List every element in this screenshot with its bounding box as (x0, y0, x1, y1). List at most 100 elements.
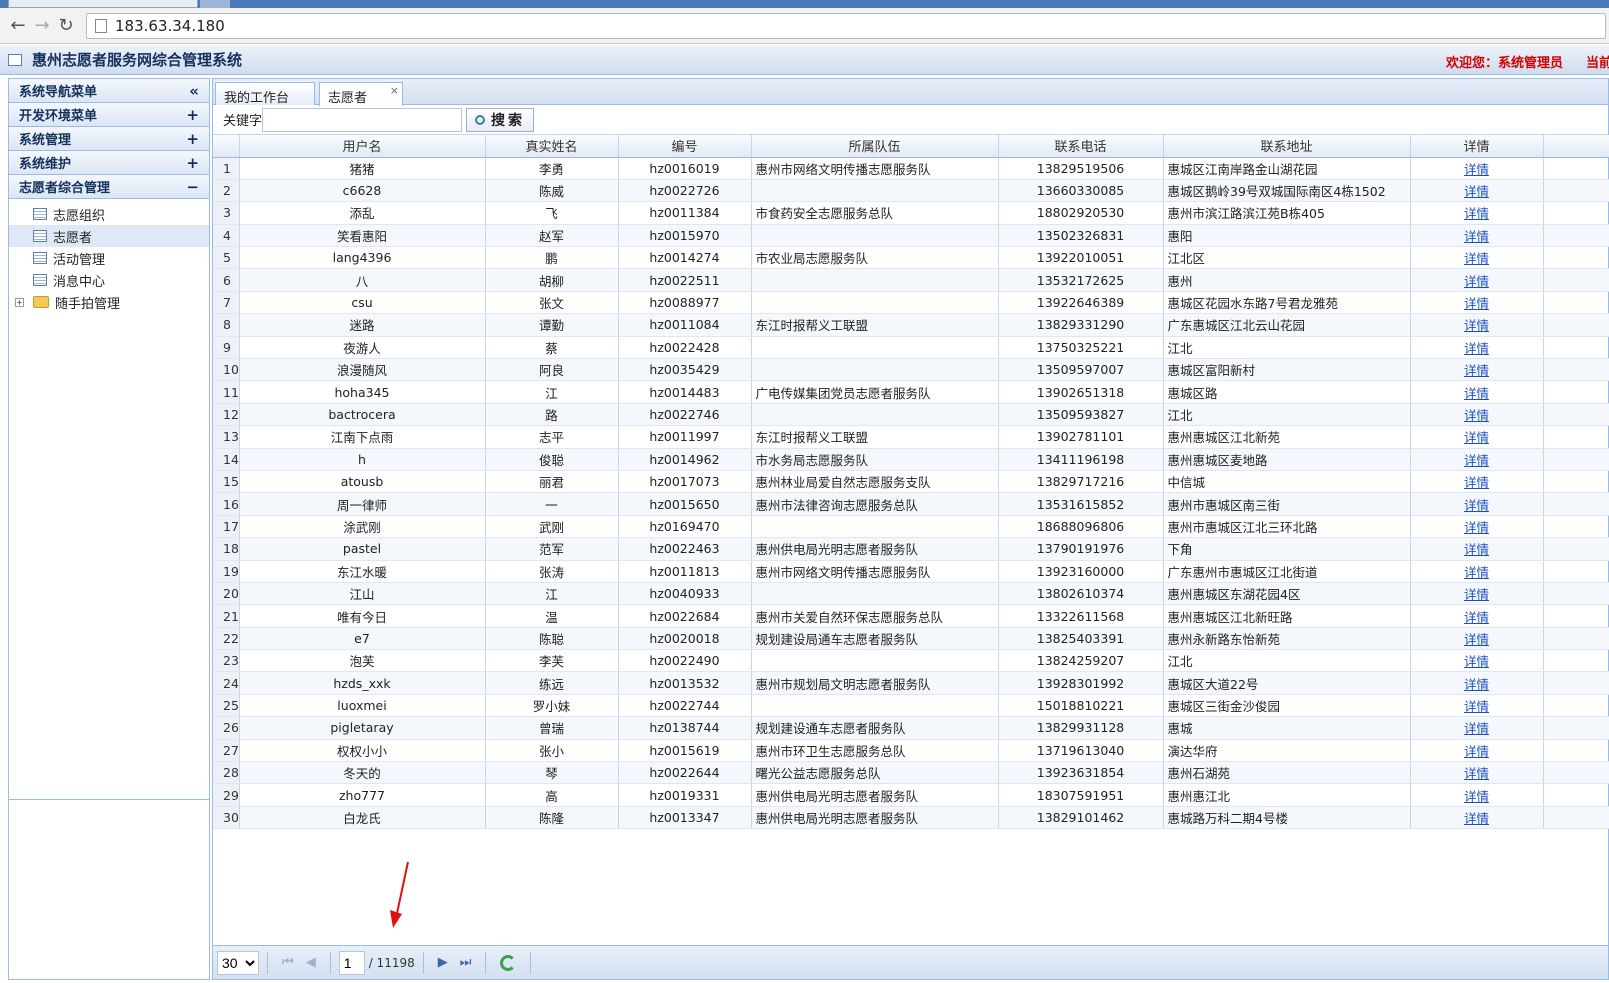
detail-link[interactable]: 详情 (1464, 744, 1489, 759)
reload-icon[interactable]: ↻ (54, 14, 78, 38)
table-row[interactable]: 19 东江水暖 张涛 hz0011813 惠州市网络文明传播志愿服务队 139231600… (213, 560, 1609, 583)
detail-link[interactable]: 详情 (1464, 184, 1489, 199)
table-row[interactable]: 2 c6628 陈威 hz0022726 13660330085 惠城区鹅岭39号双城国际… (213, 179, 1609, 203)
table-row[interactable]: 23 泡芙 李芙 hz0022490 13824259207 江北 详情 (213, 649, 1609, 673)
tree-item-messages[interactable]: 消息中心 (9, 269, 209, 291)
sidebar-section-volunteer-admin[interactable]: 志愿者综合管理 − (9, 175, 209, 199)
table-row[interactable]: 7 csu 张文 hz0088977 13922646389 惠城区花园水东路7号君龙雅苑… (213, 291, 1609, 315)
tree-item-snapshot[interactable]: + 随手拍管理 (9, 291, 209, 313)
detail-link[interactable]: 详情 (1464, 162, 1489, 177)
page-number-input[interactable] (338, 950, 365, 975)
detail-link[interactable]: 详情 (1464, 654, 1489, 669)
expand-icon[interactable]: + (186, 154, 199, 172)
detail-link[interactable]: 详情 (1464, 677, 1489, 692)
table-row[interactable]: 21 唯有今日温 hz0022684 惠州市关爱自然环保志愿服务总队 133226115… (213, 604, 1609, 628)
detail-link[interactable]: 详情 (1464, 632, 1489, 647)
browser-new-tab[interactable] (200, 0, 230, 8)
tree-item-activity[interactable]: 活动管理 (9, 247, 209, 269)
table-row[interactable]: 1 猪猪 李勇 hz0016019 惠州市网络文明传播志愿服务队 13829519506 惠… (213, 157, 1609, 180)
table-row[interactable]: 16 周一律师一 hz0015650 惠州市法律咨询志愿服务总队 13531615852… (213, 492, 1609, 516)
detail-link[interactable]: 详情 (1464, 251, 1489, 266)
detail-link[interactable]: 详情 (1464, 721, 1489, 736)
detail-link[interactable]: 详情 (1464, 430, 1489, 445)
table-row[interactable]: 13 江南下点雨 志平 hz0011997 东江时报帮义工联盟 13902781101 惠州… (213, 425, 1609, 449)
table-row[interactable]: 9 夜游人蔡 hz0022428 13750325221 江北 详情 (213, 336, 1609, 360)
table-row[interactable]: 15 atousb 丽君 hz0017073 惠州林业局爱自然志愿服务支队 1382971… (213, 470, 1609, 494)
address-bar[interactable]: 183.63.34.180 (86, 12, 1606, 39)
table-row[interactable]: 18 pastel 范军 hz0022463 惠州供电局光明志愿者服务队 13790191… (213, 537, 1609, 561)
refresh-icon[interactable] (500, 954, 517, 971)
column-header[interactable]: 真实姓名 (485, 135, 619, 158)
column-header[interactable]: 联系电话 (998, 135, 1164, 158)
table-row[interactable]: 27 权权小小 张小 hz0015619 惠州市环卫生志愿服务总队 13719613040… (213, 739, 1609, 763)
table-row[interactable]: 25 luoxmei 罗小妹 hz0022744 15018810221 惠城区三街金沙俊… (213, 694, 1609, 718)
page-size-select[interactable]: 30 (217, 950, 259, 975)
detail-link[interactable]: 详情 (1464, 789, 1489, 804)
collapse-icon[interactable]: « (189, 82, 199, 100)
first-page-icon[interactable]: ⏮ (282, 955, 294, 970)
table-row[interactable]: 17 涂武刚 武刚 hz0169470 18688096806 惠州市惠城区江北三环北路 详… (213, 515, 1609, 539)
sidebar-section-dev-menu[interactable]: 开发环境菜单 + (9, 103, 209, 127)
tree-expander-icon[interactable]: + (15, 297, 24, 307)
detail-link[interactable]: 详情 (1464, 542, 1489, 557)
prev-page-icon[interactable]: ◀ (306, 955, 316, 970)
detail-link[interactable]: 详情 (1464, 274, 1489, 289)
detail-link[interactable]: 详情 (1464, 498, 1489, 513)
browser-tab[interactable] (8, 0, 198, 8)
detail-link[interactable]: 详情 (1464, 363, 1489, 378)
detail-link[interactable]: 详情 (1464, 565, 1489, 580)
detail-link[interactable]: 详情 (1464, 587, 1489, 602)
sidebar-section-nav-menu[interactable]: 系统导航菜单 « (9, 79, 209, 103)
detail-link[interactable]: 详情 (1464, 453, 1489, 468)
close-icon[interactable]: × (390, 84, 399, 97)
expand-icon[interactable]: + (186, 106, 199, 124)
table-row[interactable]: 28 冬天的琴 hz0022644 曙光公益志愿服务总队 13923631854 惠州石湖… (213, 761, 1609, 785)
table-row[interactable]: 12 bactrocera 路 hz0022746 13509593827 江北 详情 (213, 403, 1609, 427)
table-row[interactable]: 26 pigletaray 曾瑞 hz0138744 规划建设通车志愿者服务队 13829… (213, 716, 1609, 740)
table-row[interactable]: 29 zho777 高 hz0019331 惠州供电局光明志愿者服务队 183075919… (213, 783, 1609, 807)
detail-link[interactable]: 详情 (1464, 206, 1489, 221)
last-page-icon[interactable]: ⏭ (460, 955, 472, 970)
forward-icon[interactable]: → (30, 14, 54, 38)
tree-item-volunteer[interactable]: 志愿者 (9, 225, 209, 247)
table-row[interactable]: 6 八胡柳 hz0022511 13532172625 惠州 详情 (213, 268, 1609, 292)
expand-icon[interactable]: + (186, 130, 199, 148)
table-row[interactable]: 10 浪漫随风 阿良 hz0035429 13509597007 惠城区富阳新村 详情 (213, 358, 1609, 382)
detail-link[interactable]: 详情 (1464, 296, 1489, 311)
table-row[interactable]: 20 江山江 hz0040933 13802610374 惠州惠城区东湖花园4区 详情 (213, 582, 1609, 606)
table-row[interactable]: 8 迷路 谭勤 hz0011084 东江时报帮义工联盟 13829331290 广东惠城区江… (213, 313, 1609, 337)
sidebar-section-maintenance[interactable]: 系统维护 + (9, 151, 209, 175)
column-header[interactable]: 所属队伍 (751, 135, 999, 158)
collapse-icon[interactable]: − (186, 178, 199, 196)
table-row[interactable]: 30 白龙氏 陈隆 hz0013347 惠州供电局光明志愿者服务队 13829101462… (213, 806, 1609, 830)
detail-link[interactable]: 详情 (1464, 229, 1489, 244)
table-row[interactable]: 11 hoha345 江 hz0014483 广电传媒集团党员志愿者服务队 1390265… (213, 380, 1609, 404)
column-header[interactable]: 详情 (1410, 135, 1544, 158)
column-header[interactable]: 用户名 (239, 135, 486, 158)
detail-link[interactable]: 详情 (1464, 699, 1489, 714)
column-header[interactable]: 联系地址 (1163, 135, 1411, 158)
keyword-input[interactable] (262, 107, 463, 132)
detail-link[interactable]: 详情 (1464, 475, 1489, 490)
table-row[interactable]: 14 h 俊聪 hz0014962 市水务局志愿服务队 13411196198 惠州惠城区麦… (213, 448, 1609, 471)
detail-link[interactable]: 详情 (1464, 408, 1489, 423)
table-row[interactable]: 24 hzds_xxk 练远 hz0013532 惠州市规划局文明志愿者服务队 13928… (213, 671, 1609, 695)
tab-volunteer[interactable]: 志愿者 × (319, 82, 403, 106)
sidebar-section-system-admin[interactable]: 系统管理 + (9, 127, 209, 151)
tree-item-volunteer-org[interactable]: 志愿组织 (9, 203, 209, 225)
detail-link[interactable]: 详情 (1464, 341, 1489, 356)
table-row[interactable]: 4 笑看惠阳 赵军 hz0015970 13502326831 惠阳 详情 (213, 224, 1609, 248)
back-icon[interactable]: ← (6, 14, 30, 38)
search-button[interactable]: 搜索 (466, 107, 535, 132)
detail-link[interactable]: 详情 (1464, 386, 1489, 401)
table-row[interactable]: 22 e7 陈聪 hz0020018 规划建设局通车志愿者服务队 13825403391 惠… (213, 627, 1609, 651)
detail-link[interactable]: 详情 (1464, 520, 1489, 535)
table-row[interactable]: 5 lang4396 鹏 hz0014274 市农业局志愿服务队 13922010051 江… (213, 246, 1609, 270)
detail-link[interactable]: 详情 (1464, 610, 1489, 625)
next-page-icon[interactable]: ▶ (438, 955, 448, 970)
detail-link[interactable]: 详情 (1464, 811, 1489, 826)
detail-link[interactable]: 详情 (1464, 766, 1489, 781)
table-row[interactable]: 3 添乱飞 hz0011384 市食药安全志愿服务总队 18802920530 惠州市滨江… (213, 201, 1609, 225)
tab-workbench[interactable]: 我的工作台 (215, 82, 315, 106)
detail-link[interactable]: 详情 (1464, 318, 1489, 333)
